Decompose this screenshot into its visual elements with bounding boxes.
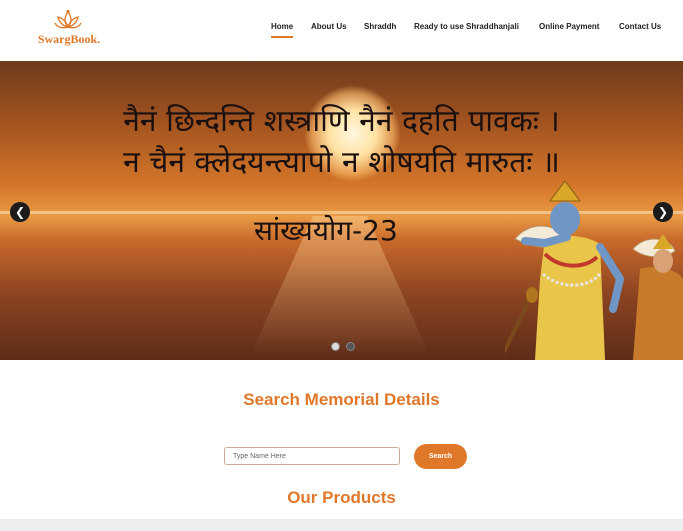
slider-next-button[interactable]: ❯	[653, 202, 673, 222]
nav-home[interactable]: Home	[271, 21, 294, 38]
verse-line-2: न चैनं क्लेदयन्त्यापो न शोषयति मारुतः ॥	[123, 145, 560, 180]
nav-ready-to-use-shraddhanjali[interactable]: Ready to use Shraddhanjali	[414, 21, 519, 33]
chevron-left-icon: ❮	[14, 205, 26, 219]
products-strip	[0, 519, 683, 531]
products-section-title: Our Products	[287, 488, 396, 507]
slider-prev-button[interactable]: ❮	[10, 202, 30, 222]
nav-about-us[interactable]: About Us	[311, 21, 347, 33]
nav-online-payment[interactable]: Online Payment	[539, 21, 599, 33]
chevron-right-icon: ❯	[657, 205, 669, 219]
memorial-search-input[interactable]	[224, 447, 400, 465]
verse-chapter: सांख्ययोग-23	[254, 214, 398, 247]
slider-dot-1[interactable]	[331, 342, 340, 351]
nav-shraddh[interactable]: Shraddh	[364, 21, 396, 33]
slider-dots	[331, 342, 357, 351]
search-section-title: Search Memorial Details	[243, 390, 440, 409]
hero-slider: नैनं छिन्दन्ति शस्त्राणि नैनं दहति पावकः…	[0, 61, 683, 360]
site-header: SwargBook. Home About Us Shraddh Ready t…	[0, 0, 683, 61]
search-button[interactable]: Search	[414, 444, 467, 469]
verse-line-1: नैनं छिन्दन्ति शस्त्राणि नैनं दहति पावकः…	[123, 104, 560, 139]
slider-dot-2[interactable]	[346, 342, 356, 351]
nav-contact-us[interactable]: Contact Us	[619, 21, 661, 33]
main-nav: Home About Us Shraddh Ready to use Shrad…	[0, 21, 683, 41]
